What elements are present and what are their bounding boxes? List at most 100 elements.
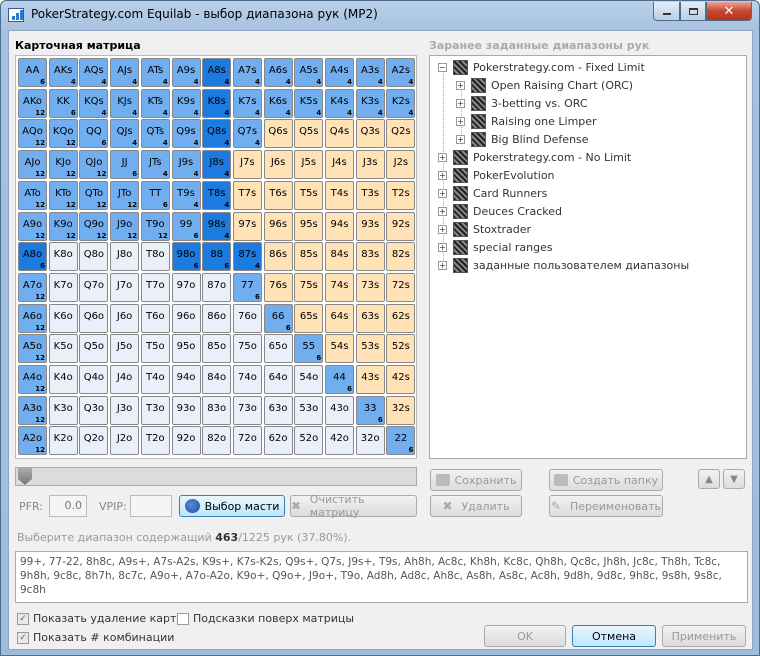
move-down-button[interactable]: ▼ bbox=[723, 469, 745, 489]
hand-cell[interactable]: JTo 12 bbox=[110, 180, 140, 210]
hand-cell[interactable]: 42s bbox=[386, 365, 416, 394]
hand-cell[interactable]: J2o bbox=[110, 426, 140, 456]
hand-cell[interactable]: A9o 12 bbox=[18, 211, 47, 241]
hand-cell[interactable]: 73s bbox=[355, 272, 385, 302]
hand-cell[interactable]: 54s bbox=[325, 334, 354, 364]
hand-cell[interactable]: QQ 6 bbox=[79, 119, 109, 149]
hand-cell[interactable]: J8o bbox=[110, 242, 140, 272]
suit-selection-button[interactable]: Выбор масти bbox=[179, 495, 285, 517]
hand-cell[interactable]: 54o bbox=[294, 365, 324, 394]
expand-icon[interactable]: + bbox=[456, 117, 465, 126]
hand-cell[interactable]: 72o bbox=[232, 426, 262, 456]
hand-cell[interactable]: 93o bbox=[171, 395, 201, 425]
hand-cell[interactable]: AQs 4 bbox=[79, 58, 109, 87]
hand-cell[interactable]: J7s bbox=[232, 150, 262, 180]
hand-cell[interactable]: J6o bbox=[110, 303, 140, 333]
hand-cell[interactable]: 75s bbox=[294, 272, 324, 302]
hand-cell[interactable]: A3s 4 bbox=[355, 58, 385, 87]
hand-cell[interactable]: J9s 4 bbox=[171, 150, 201, 180]
hand-cell[interactable]: Q5s bbox=[294, 119, 324, 149]
hand-cell[interactable]: J6s bbox=[263, 150, 293, 180]
hand-cell[interactable]: KK 6 bbox=[48, 88, 78, 118]
create-folder-button[interactable]: Создать папку bbox=[549, 469, 663, 491]
hand-cell[interactable]: 99 6 bbox=[171, 211, 201, 241]
vpip-field[interactable] bbox=[130, 495, 172, 517]
clear-matrix-button[interactable]: ✖ Очистить матрицу bbox=[290, 493, 417, 519]
pfr-field[interactable]: 0.0 bbox=[49, 495, 87, 517]
hand-cell[interactable]: 32s bbox=[386, 395, 416, 425]
hand-cell[interactable]: K5s 4 bbox=[294, 88, 324, 118]
hand-cell[interactable]: Q2s bbox=[386, 119, 416, 149]
hand-cell[interactable]: QJo 12 bbox=[79, 150, 109, 180]
hand-cell[interactable]: A2s 4 bbox=[386, 58, 416, 87]
hand-cell[interactable]: KTo 12 bbox=[48, 180, 78, 210]
hand-cell[interactable]: QJs 4 bbox=[110, 119, 140, 149]
hand-cell[interactable]: Q6o bbox=[79, 303, 109, 333]
hand-cell[interactable]: 83o bbox=[202, 395, 232, 425]
hand-cell[interactable]: 65o bbox=[263, 334, 293, 364]
hand-cell[interactable]: 82s bbox=[386, 242, 416, 272]
hand-cell[interactable]: K6s 4 bbox=[263, 88, 293, 118]
cancel-button[interactable]: Отмена bbox=[572, 625, 656, 647]
hand-cell[interactable]: A8o 6 bbox=[18, 242, 47, 272]
hand-cell[interactable]: T9o 12 bbox=[140, 211, 170, 241]
hand-cell[interactable]: 74s bbox=[325, 272, 354, 302]
expand-icon[interactable]: + bbox=[438, 225, 447, 234]
hand-cell[interactable]: 86s bbox=[263, 242, 293, 272]
hand-cell[interactable]: JJ 6 bbox=[110, 150, 140, 180]
range-slider[interactable] bbox=[15, 467, 417, 486]
hand-cell[interactable]: T8o bbox=[140, 242, 170, 272]
tree-node[interactable]: + Card Runners bbox=[438, 185, 547, 202]
hand-cell[interactable]: 76s bbox=[263, 272, 293, 302]
hand-cell[interactable]: QTo 12 bbox=[79, 180, 109, 210]
hand-cell[interactable]: K3o bbox=[48, 395, 78, 425]
hand-cell[interactable]: 73o bbox=[232, 395, 262, 425]
expand-icon[interactable]: + bbox=[456, 81, 465, 90]
hand-cell[interactable]: K9o 12 bbox=[48, 211, 78, 241]
hand-cell[interactable]: 63o bbox=[263, 395, 293, 425]
tree-node[interactable]: + Deuces Cracked bbox=[438, 203, 562, 220]
hand-cell[interactable]: J4s bbox=[325, 150, 354, 180]
hand-cell[interactable]: A3o 12 bbox=[18, 395, 47, 425]
hand-cell[interactable]: 42o bbox=[325, 426, 354, 456]
hand-cell[interactable]: T9s 4 bbox=[171, 180, 201, 210]
range-text-field[interactable]: 99+, 77-22, 8h8c, A9s+, A7s-A2s, K9s+, K… bbox=[15, 551, 748, 603]
hand-cell[interactable]: 55 6 bbox=[294, 334, 324, 364]
hand-cell[interactable]: 52o bbox=[294, 426, 324, 456]
hand-cell[interactable]: J8s 4 bbox=[202, 150, 232, 180]
hand-cell[interactable]: K8o bbox=[48, 242, 78, 272]
hand-cell[interactable]: KJs 4 bbox=[110, 88, 140, 118]
hand-cell[interactable]: AKo 12 bbox=[18, 88, 47, 118]
hand-cell[interactable]: Q9s 4 bbox=[171, 119, 201, 149]
hand-cell[interactable]: T8s 4 bbox=[202, 180, 232, 210]
hand-cell[interactable]: AA 6 bbox=[18, 58, 47, 87]
hand-cell[interactable]: 96o bbox=[171, 303, 201, 333]
hand-cell[interactable]: 44 6 bbox=[325, 365, 354, 394]
hand-cell[interactable]: 98o 6 bbox=[171, 242, 201, 272]
hand-cell[interactable]: 82o bbox=[202, 426, 232, 456]
hand-cell[interactable]: 95s bbox=[294, 211, 324, 241]
hand-cell[interactable]: KQo 12 bbox=[48, 119, 78, 149]
hand-cell[interactable]: 52s bbox=[386, 334, 416, 364]
hand-cell[interactable]: Q4o bbox=[79, 365, 109, 394]
hand-cell[interactable]: T4o bbox=[140, 365, 170, 394]
hand-cell[interactable]: 92o bbox=[171, 426, 201, 456]
hand-cell[interactable]: T7s bbox=[232, 180, 262, 210]
hand-cell[interactable]: 53o bbox=[294, 395, 324, 425]
hand-cell[interactable]: 88 6 bbox=[202, 242, 232, 272]
hand-cell[interactable]: Q6s bbox=[263, 119, 293, 149]
hand-cell[interactable]: J5o bbox=[110, 334, 140, 364]
hand-cell[interactable]: Q9o 12 bbox=[79, 211, 109, 241]
hand-cell[interactable]: 86o bbox=[202, 303, 232, 333]
hand-cell[interactable]: 64s bbox=[325, 303, 354, 333]
tree-node[interactable]: + special ranges bbox=[438, 239, 553, 256]
hand-cell[interactable]: A7o 12 bbox=[18, 272, 47, 302]
expand-icon[interactable]: + bbox=[438, 189, 447, 198]
expand-icon[interactable]: + bbox=[438, 153, 447, 162]
hand-cell[interactable]: A2o 12 bbox=[18, 426, 47, 456]
hand-cell[interactable]: 94s bbox=[325, 211, 354, 241]
hand-cell[interactable]: 84o bbox=[202, 365, 232, 394]
hand-cell[interactable]: T6o bbox=[140, 303, 170, 333]
hand-cell[interactable]: 85o bbox=[202, 334, 232, 364]
hand-cell[interactable]: K9s 4 bbox=[171, 88, 201, 118]
